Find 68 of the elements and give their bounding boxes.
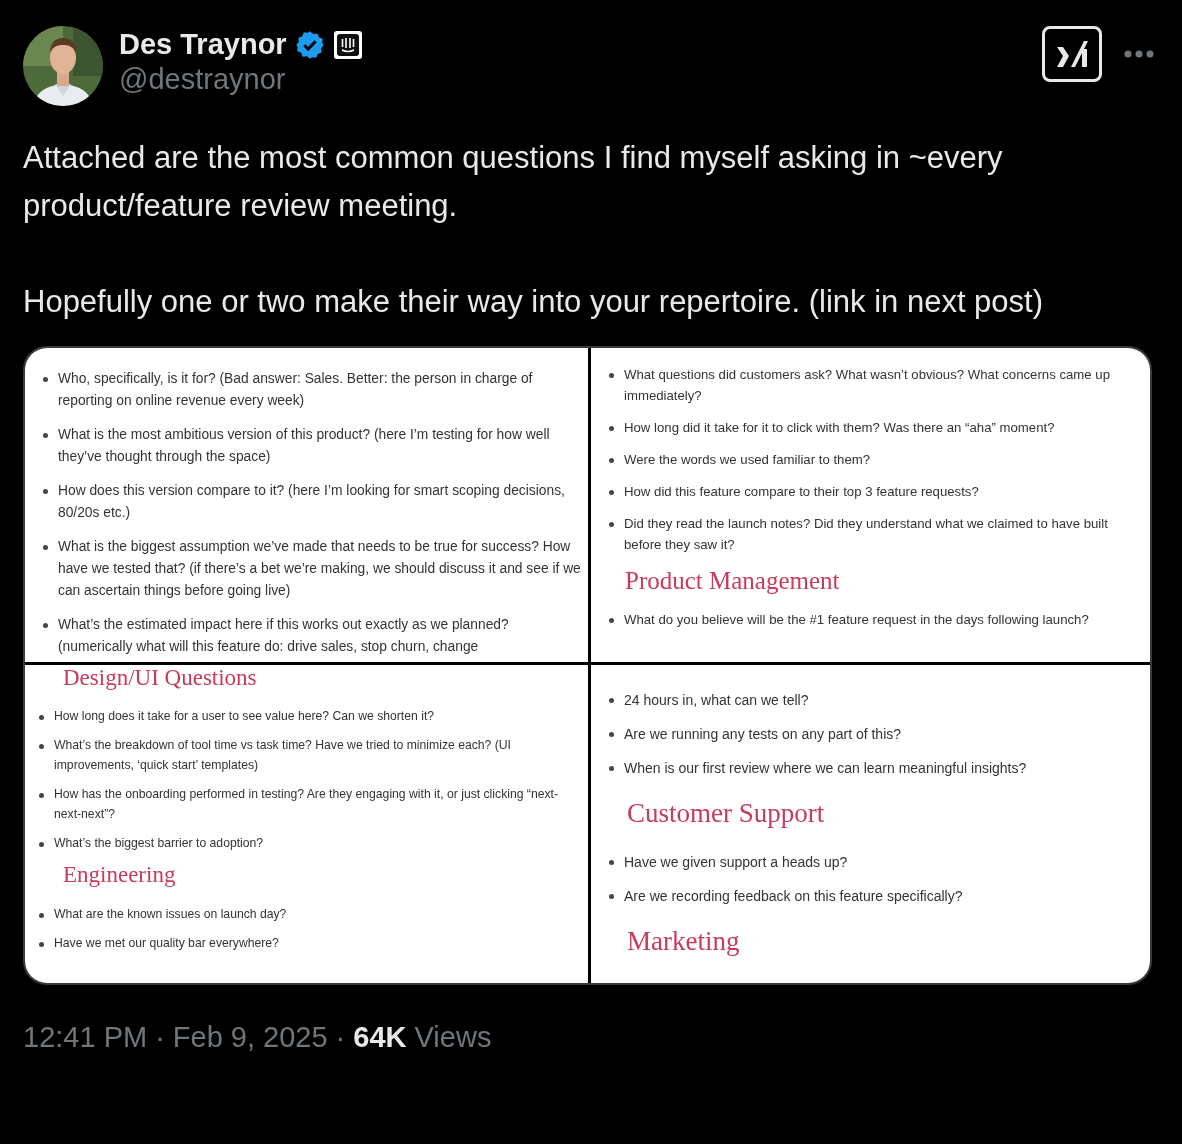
- question-text: Are we recording feedback on this feature specifically?: [624, 886, 963, 906]
- separator-dot: ·: [335, 1021, 346, 1054]
- bullet-icon: [39, 941, 44, 947]
- bullet-icon: [609, 458, 614, 463]
- section-heading: Product Management: [625, 567, 841, 595]
- bullet-icon: [609, 373, 614, 378]
- bullet-icon: [609, 893, 614, 899]
- document-page[interactable]: [25, 665, 588, 983]
- question-text: How did this feature compare to their top 3 feature requests?: [624, 483, 979, 501]
- question-text: What questions did customers ask? What wasn’t obvious? What concerns came up immediately?: [624, 366, 1111, 405]
- bullet-icon: [43, 623, 48, 628]
- author-name[interactable]: Des Traynor: [119, 28, 287, 61]
- question-text: Did they read the launch notes? Did they understand what we claimed to have built before they saw it?: [624, 515, 1109, 554]
- document-page[interactable]: [591, 665, 1150, 983]
- section-heading: Engineering: [63, 862, 177, 888]
- bullet-icon: [39, 912, 44, 918]
- bullet-icon: [609, 698, 614, 703]
- document-page[interactable]: [591, 348, 1150, 662]
- question-text: Have we met our quality bar everywhere?: [54, 934, 279, 952]
- question-text: How long did it take for it to click with them? Was there an “aha” moment?: [624, 419, 1055, 437]
- question-text: Are we running any tests on any part of this?: [624, 725, 902, 744]
- verified-badge-icon: [294, 29, 325, 60]
- bullet-icon: [609, 766, 614, 771]
- bullet-icon: [609, 617, 614, 623]
- views-count: 64K: [353, 1021, 407, 1053]
- question-text: What do you believe will be the #1 feature request in the days following launch?: [624, 610, 1089, 629]
- slash-logo-icon: [1055, 39, 1089, 69]
- section-heading: Design/UI Questions: [63, 665, 258, 691]
- grok-button[interactable]: [1042, 26, 1102, 82]
- question-text: What’s the estimated impact here if this works out exactly as we planned? (numerically what will this feature do: drive sales, stop churn, change: [58, 616, 510, 656]
- document-page[interactable]: [25, 348, 588, 662]
- bullet-icon: [609, 732, 614, 737]
- question-text: What’s the biggest barrier to adoption?: [54, 835, 264, 853]
- bullet-icon: [609, 522, 614, 527]
- post-date[interactable]: Feb 9, 2025: [172, 1021, 328, 1054]
- question-text: What are the known issues on launch day?: [54, 905, 287, 923]
- question-text: How does this version compare to it? (here I’m looking for smart scoping decisions, 80/20s etc.): [58, 482, 566, 522]
- tweet-text: Attached are the most common questions I find myself asking in ~every product/feature review meeting.: [23, 139, 1004, 225]
- question-text: When is our first review where we can learn meaningful insights?: [624, 759, 1027, 778]
- question-text: Have we given support a heads up?: [624, 852, 848, 872]
- bullet-icon: [43, 489, 48, 494]
- question-text: What is the most ambitious version of this product? (here I’m testing for how well they’ve thought through the space): [58, 426, 551, 466]
- bullet-icon: [609, 426, 614, 431]
- question-text: 24 hours in, what can we tell?: [624, 691, 809, 710]
- question-text: How has the onboarding performed in testing? Are they engaging with it, or just clicking “next-next-next”?: [54, 786, 560, 824]
- question-text: Were the words we used familiar to them?: [624, 451, 871, 469]
- bullet-icon: [43, 377, 48, 382]
- section-heading: Customer Support: [627, 799, 826, 829]
- separator-dot: ·: [155, 1021, 165, 1054]
- bullet-icon: [39, 793, 44, 799]
- tweet-text: Hopefully one or two make their way into your repertoire. (link in next post): [23, 283, 1045, 321]
- bullet-icon: [43, 433, 48, 438]
- affiliate-badge-icon[interactable]: [332, 29, 363, 60]
- views-label: Views: [414, 1021, 492, 1053]
- question-text: What’s the breakdown of tool time vs task time? Have we tried to minimize each? (UI improvements, ‘quick start’ templates): [54, 737, 512, 775]
- question-text: How long does it take for a user to see value here? Can we shorten it?: [54, 708, 435, 726]
- bullet-icon: [43, 545, 48, 550]
- bullet-icon: [609, 859, 614, 865]
- question-text: Who, specifically, is it for? (Bad answer: Sales. Better: the person in charge of reporting on online revenue every week): [58, 370, 534, 410]
- bullet-icon: [39, 842, 44, 848]
- bullet-icon: [609, 490, 614, 495]
- section-heading: Marketing: [627, 926, 741, 957]
- bullet-icon: [39, 744, 44, 750]
- question-text: What is the biggest assumption we’ve made that needs to be true for success? How have we tested that? (if there’s a bet we’re making, we should discuss it and see if we can ascertain things before going live): [58, 538, 582, 600]
- author-handle[interactable]: @destraynor: [119, 63, 1026, 96]
- post-time[interactable]: 12:41 PM: [23, 1021, 148, 1054]
- more-icon[interactable]: [1124, 50, 1154, 58]
- bullet-icon: [39, 715, 44, 721]
